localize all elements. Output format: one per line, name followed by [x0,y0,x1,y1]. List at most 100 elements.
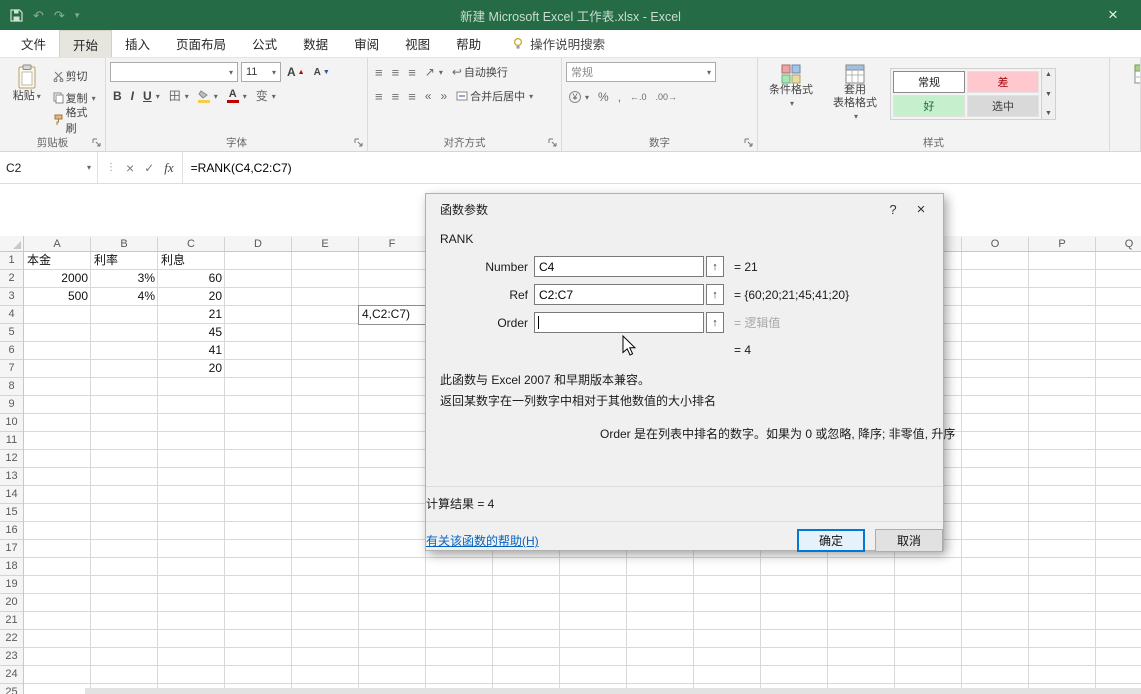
row-header-7[interactable]: 7 [0,360,23,378]
increase-decimal-button[interactable]: ←.0 [627,87,650,107]
align-center-button[interactable] [389,86,403,106]
col-header-F[interactable]: F [359,237,426,252]
ref-input[interactable] [534,284,704,305]
row-header-5[interactable]: 5 [0,324,23,342]
tab-file[interactable]: 文件 [8,30,59,57]
col-header-O[interactable]: O [962,237,1029,252]
align-right-button[interactable] [405,86,419,106]
conditional-formatting-button[interactable]: 条件格式 [762,62,820,135]
row-header-13[interactable]: 13 [0,468,23,486]
cell-B3[interactable]: 4% [91,288,158,306]
shrink-font-button[interactable]: A▼ [311,62,333,82]
dialog-close-icon[interactable]: × [907,198,935,220]
row-header-19[interactable]: 19 [0,576,23,594]
ok-button[interactable]: 确定 [797,529,865,552]
orientation-button[interactable]: ↗ [422,62,446,82]
row-header-8[interactable]: 8 [0,378,23,396]
align-top-button[interactable] [372,62,386,82]
cell-B2[interactable]: 3% [91,270,158,288]
italic-button[interactable]: I [128,86,137,106]
font-dialog-launcher-icon[interactable] [354,138,364,148]
col-header-A[interactable]: A [24,237,91,252]
row-header-24[interactable]: 24 [0,666,23,684]
cell-B1[interactable]: 利率 [91,252,158,270]
font-name-combo[interactable]: ▾ [110,62,238,82]
tab-formulas[interactable]: 公式 [239,30,290,57]
customize-qat-icon[interactable]: ▾ [75,11,80,20]
name-box[interactable]: C2 ▾ [0,152,98,183]
increase-indent-button[interactable]: » [437,86,450,106]
cell-C6[interactable]: 41 [158,342,225,360]
row-header-17[interactable]: 17 [0,540,23,558]
cell-C4[interactable]: 21 [158,306,225,324]
row-header-4[interactable]: 4 [0,306,23,324]
row-header-21[interactable]: 21 [0,612,23,630]
borders-button[interactable]: 田 [166,86,192,106]
number-format-combo[interactable]: 常规 [566,62,716,82]
select-all-corner[interactable] [0,236,24,252]
cell-style-normal[interactable]: 常规 [893,71,965,93]
row-header-15[interactable]: 15 [0,504,23,522]
order-input[interactable] [534,312,704,333]
formula-input[interactable]: =RANK(C4,C2:C7) [183,161,292,175]
collapse-dialog-icon[interactable]: ↑ [706,284,724,305]
horizontal-scrollbar[interactable] [85,688,1141,694]
col-header-C[interactable]: C [158,237,225,252]
gallery-down-icon[interactable]: ▼ [1045,91,1052,98]
cell-C5[interactable]: 45 [158,324,225,342]
cell-style-selected[interactable]: 选中 [967,95,1039,117]
dialog-help-icon[interactable]: ? [879,198,907,220]
close-window-button[interactable]: × [1091,0,1135,30]
number-input[interactable] [534,256,704,277]
underline-button[interactable]: U [140,86,163,106]
cell-C2[interactable]: 60 [158,270,225,288]
tab-review[interactable]: 审阅 [341,30,392,57]
clipboard-dialog-launcher-icon[interactable] [92,138,102,148]
row-header-3[interactable]: 3 [0,288,23,306]
cell-C7[interactable]: 20 [158,360,225,378]
grow-font-button[interactable]: A▲ [284,62,308,82]
paste-button[interactable]: 粘贴 [4,62,50,135]
function-help-link[interactable]: 有关该函数的帮助(H) [426,532,539,549]
redo-icon[interactable]: ↷ [54,9,65,22]
row-header-2[interactable]: 2 [0,270,23,288]
wrap-text-button[interactable]: ↩ 自动换行 [449,62,511,82]
cell-style-good[interactable]: 好 [893,95,965,117]
tab-data[interactable]: 数据 [290,30,341,57]
decrease-decimal-button[interactable]: .00→ [653,87,681,107]
enter-entry-icon[interactable]: ✓ [144,161,154,175]
alignment-dialog-launcher-icon[interactable] [548,138,558,148]
row-header-18[interactable]: 18 [0,558,23,576]
collapse-dialog-icon[interactable]: ↑ [706,256,724,277]
decrease-indent-button[interactable]: « [422,86,435,106]
merge-center-button[interactable]: 合并后居中 [453,86,536,106]
row-header-6[interactable]: 6 [0,342,23,360]
cell-style-bad[interactable]: 差 [967,71,1039,93]
undo-icon[interactable]: ↶ [33,9,44,22]
fill-color-button[interactable] [195,86,221,106]
phonetic-guide-button[interactable]: 变 [253,86,279,106]
cell-A2[interactable]: 2000 [24,270,91,288]
tell-me-search[interactable]: 操作说明搜索 [512,30,605,57]
tab-home[interactable]: 开始 [59,30,112,57]
font-color-button[interactable]: A [224,86,250,106]
col-header-P[interactable]: P [1029,237,1096,252]
cell-F4[interactable]: 4,C2:C7) [359,306,426,324]
align-left-button[interactable] [372,86,386,106]
col-header-E[interactable]: E [292,237,359,252]
row-header-22[interactable]: 22 [0,630,23,648]
insert-cells-button[interactable] [1114,62,1141,86]
align-bottom-button[interactable] [405,62,419,82]
comma-style-button[interactable]: , [615,87,624,107]
cut-button[interactable]: 剪切 [50,66,101,86]
insert-function-icon[interactable]: fx [164,160,173,176]
row-header-9[interactable]: 9 [0,396,23,414]
row-header-1[interactable]: 1 [0,252,23,270]
tab-page-layout[interactable]: 页面布局 [163,30,239,57]
cancel-entry-icon[interactable]: × [126,160,134,176]
format-as-table-button[interactable]: 套用 表格格式 [824,62,886,135]
cancel-button[interactable]: 取消 [875,529,943,552]
row-header-11[interactable]: 11 [0,432,23,450]
tab-view[interactable]: 视图 [392,30,443,57]
row-header-16[interactable]: 16 [0,522,23,540]
